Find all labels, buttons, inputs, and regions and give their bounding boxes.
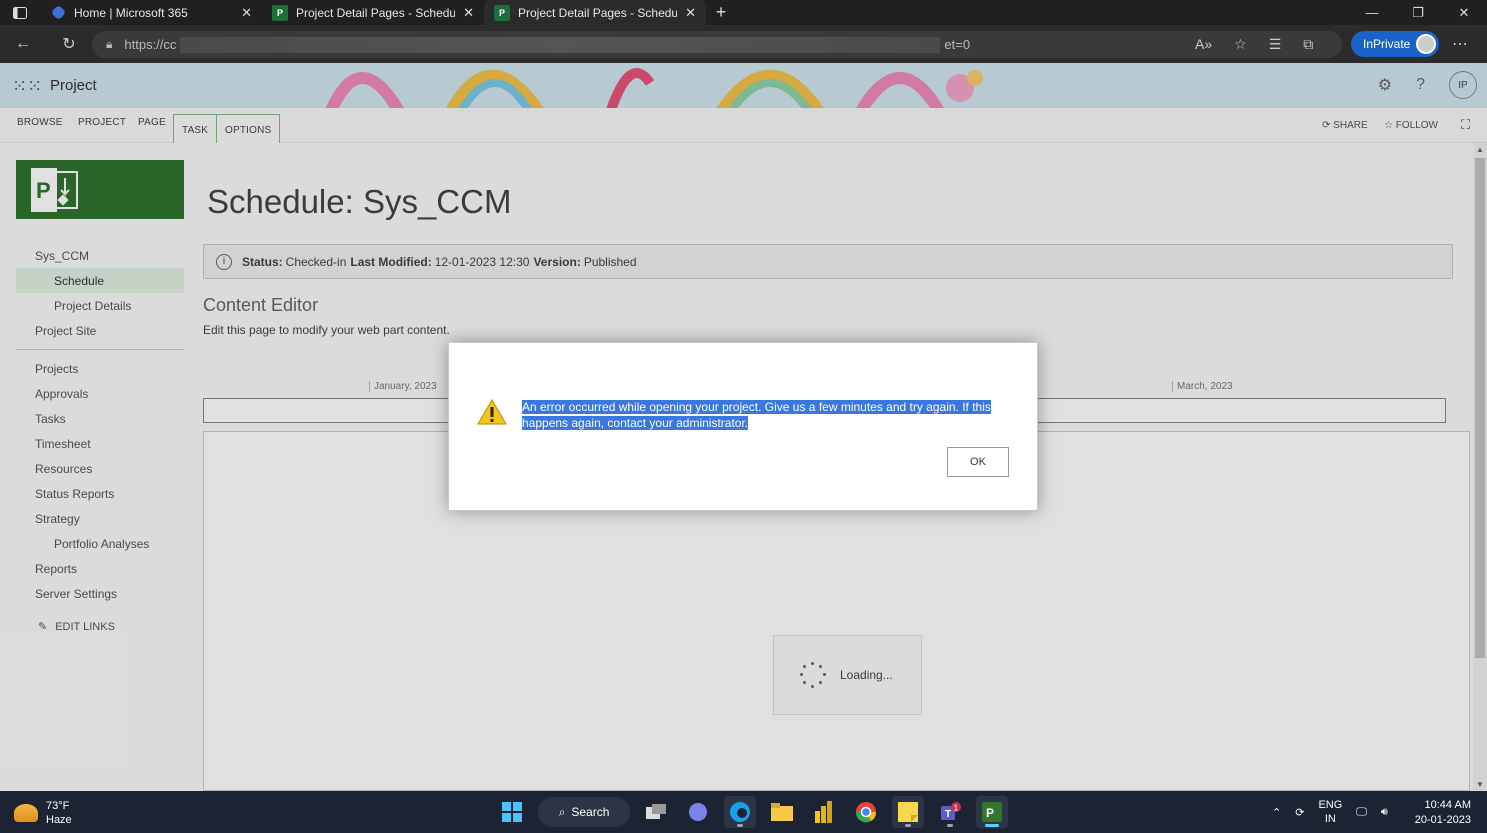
collections-icon[interactable]: ⧉ — [1303, 36, 1313, 53]
chrome-icon[interactable] — [850, 796, 882, 828]
close-window-icon[interactable]: ✕ — [1441, 0, 1487, 25]
tab-home-m365[interactable]: Home | Microsoft 365 ✕ — [40, 0, 262, 25]
power-bi-icon[interactable] — [808, 796, 840, 828]
sync-icon[interactable]: ⟳ — [1295, 806, 1304, 819]
read-aloud-icon[interactable]: A» — [1195, 36, 1212, 52]
error-message-text: An error occurred while opening your pro… — [522, 400, 991, 430]
lock-icon: 🔒︎ — [106, 37, 113, 51]
ok-button[interactable]: OK — [947, 447, 1009, 477]
m365-icon — [50, 4, 67, 21]
taskbar-apps: ⌕ Search T1 P — [496, 795, 1008, 829]
teams-chat-icon[interactable] — [682, 796, 714, 828]
weather-condition: Haze — [46, 814, 72, 826]
tab-actions-icon[interactable] — [0, 0, 40, 25]
warning-icon — [477, 399, 507, 425]
url-start: https://cc — [124, 37, 177, 52]
tab-project-schedule-2[interactable]: P Project Detail Pages - Schedule ✕ — [484, 0, 706, 25]
search-icon: ⌕ — [558, 804, 566, 819]
sticky-notes-icon[interactable] — [892, 796, 924, 828]
project-icon: P — [494, 4, 510, 21]
taskbar-search[interactable]: ⌕ Search — [538, 797, 630, 827]
search-label: Search — [571, 805, 610, 819]
network-icon[interactable]: 🖵︎ — [1356, 806, 1367, 819]
project-icon: P — [272, 4, 288, 21]
close-tab-icon[interactable]: ✕ — [241, 5, 252, 21]
error-dialog: An error occurred while opening your pro… — [448, 342, 1038, 511]
minimize-icon[interactable]: — — [1349, 0, 1395, 25]
lang-bottom: IN — [1324, 813, 1336, 825]
lang-top: ENG — [1318, 799, 1343, 811]
weather-widget[interactable]: 73°F Haze — [14, 799, 72, 827]
restore-icon[interactable]: ❐ — [1395, 0, 1441, 25]
browser-tab-bar: Home | Microsoft 365 ✕ P Project Detail … — [0, 0, 1487, 25]
error-message: An error occurred while opening your pro… — [522, 399, 1012, 431]
tab-title: Home | Microsoft 365 — [74, 5, 188, 20]
close-tab-icon[interactable]: ✕ — [685, 5, 696, 21]
add-favorite-icon[interactable]: ☆ — [1234, 36, 1247, 53]
clock-date: 20-01-2023 — [1414, 814, 1471, 826]
inprivate-label: InPrivate — [1363, 37, 1411, 51]
new-tab-button[interactable]: + — [706, 0, 736, 25]
weather-haze-icon — [14, 804, 38, 822]
edge-icon[interactable] — [724, 796, 756, 828]
browser-toolbar: ← ↻ 🔒︎ https://cc et=0 A» ☆ ☰ ⧉ InPrivat… — [0, 25, 1487, 63]
tab-title: Project Detail Pages - Schedule — [296, 5, 456, 20]
start-icon[interactable] — [496, 796, 528, 828]
url-redacted — [180, 36, 941, 53]
address-bar[interactable]: 🔒︎ https://cc et=0 — [92, 31, 1342, 58]
temperature: 73°F — [46, 800, 70, 812]
favorites-icon[interactable]: ☰ — [1269, 36, 1282, 53]
window-controls: — ❐ ✕ — [1349, 0, 1487, 25]
windows-taskbar: 73°F Haze ⌕ Search T1 P ⌃ ⟳ ENG IN 🖵︎ 🔊︎… — [0, 791, 1487, 833]
url-end: et=0 — [944, 37, 971, 52]
input-language[interactable]: ENG IN — [1318, 798, 1342, 826]
svg-text:T: T — [945, 809, 951, 820]
task-view-icon[interactable] — [640, 796, 672, 828]
tab-title: Project Detail Pages - Schedule — [518, 5, 678, 20]
ms-project-icon[interactable]: P — [976, 796, 1008, 828]
more-menu-icon[interactable]: ⋯ — [1452, 25, 1468, 63]
system-clock[interactable]: 10:44 AM 20-01-2023 — [1415, 798, 1471, 828]
tab-project-schedule-1[interactable]: P Project Detail Pages - Schedule ✕ — [262, 0, 484, 25]
svg-text:P: P — [986, 806, 994, 820]
system-tray: ⌃ ⟳ ENG IN 🖵︎ 🔊︎ — [1272, 791, 1388, 833]
file-explorer-icon[interactable] — [766, 796, 798, 828]
volume-icon[interactable]: 🔊︎ — [1381, 806, 1388, 819]
profile-avatar — [1416, 34, 1436, 54]
teams-badge-count: 1 — [954, 804, 959, 813]
show-hidden-icons[interactable]: ⌃ — [1272, 806, 1281, 819]
clock-time: 10:44 AM — [1424, 799, 1471, 811]
toolbar-icons: A» ☆ ☰ ⧉ — [1195, 25, 1313, 63]
back-icon[interactable]: ← — [4, 25, 42, 63]
close-tab-icon[interactable]: ✕ — [463, 5, 474, 21]
inprivate-button[interactable]: InPrivate — [1351, 31, 1439, 57]
teams-icon[interactable]: T1 — [934, 796, 966, 828]
refresh-icon[interactable]: ↻ — [50, 25, 88, 63]
